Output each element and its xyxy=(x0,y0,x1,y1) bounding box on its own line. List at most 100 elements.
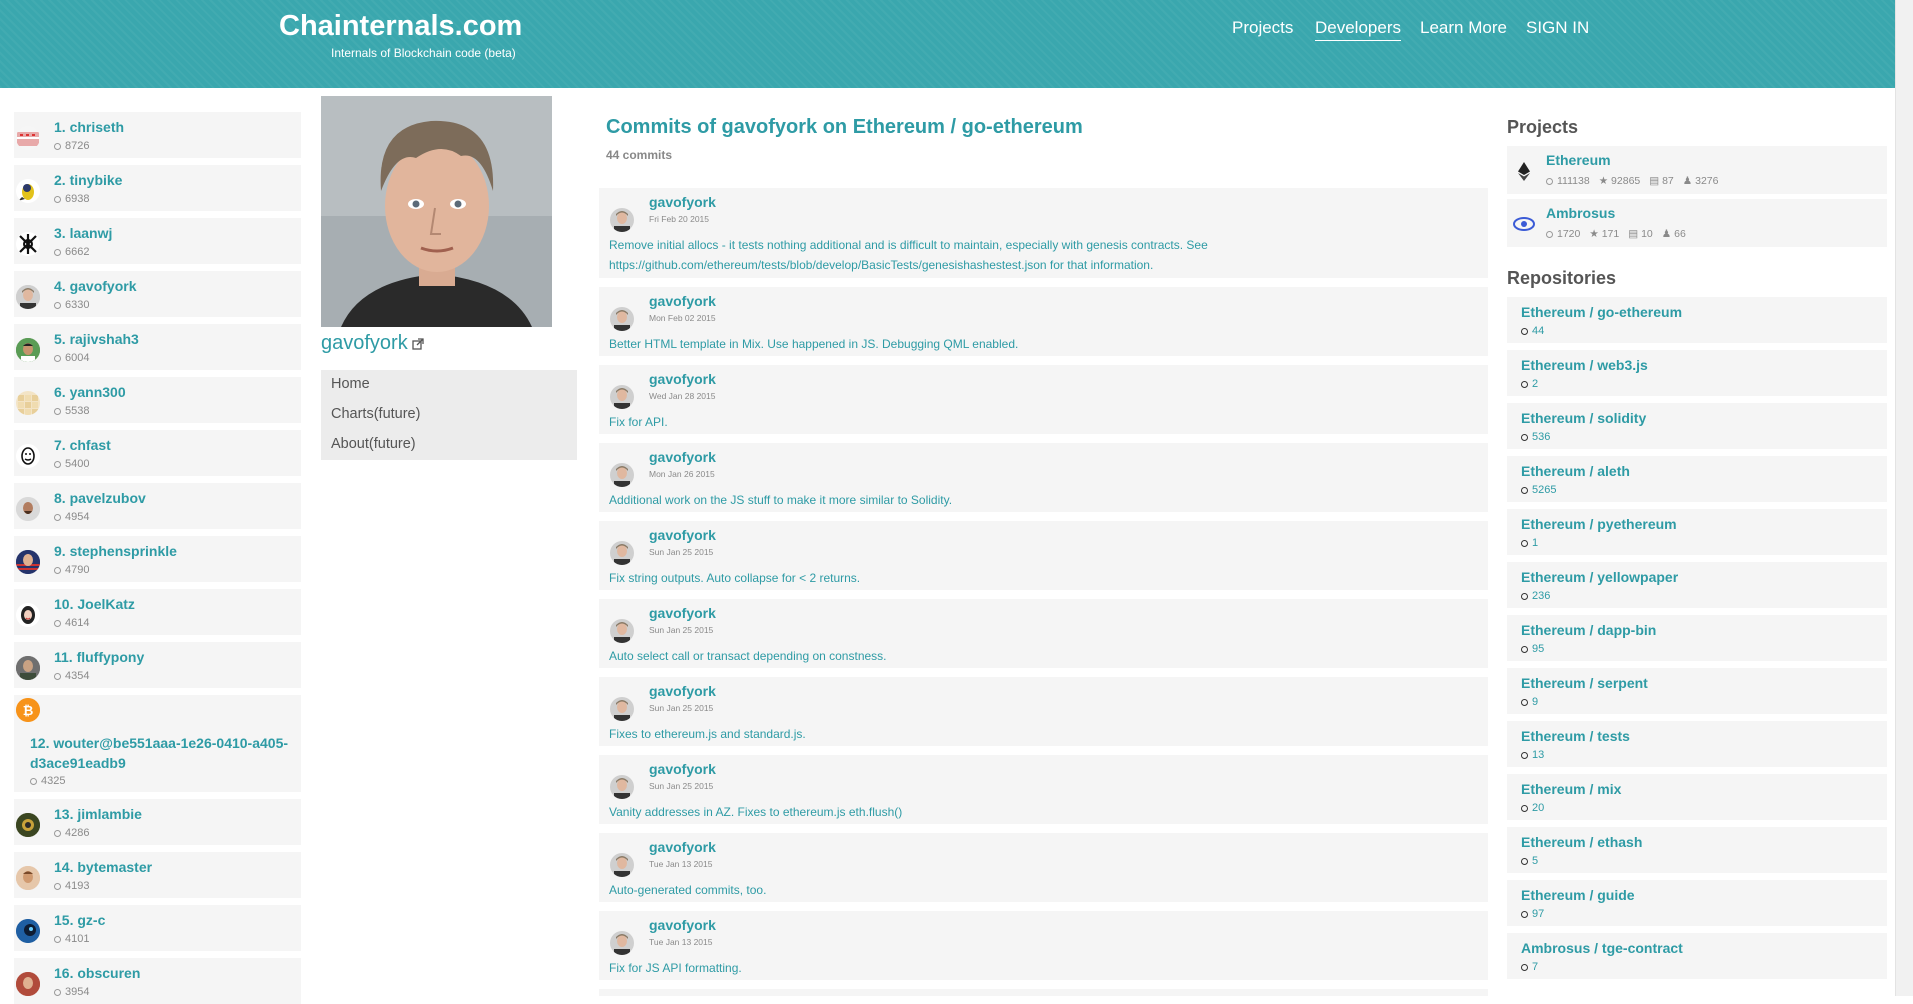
nav-sign-in[interactable]: SIGN IN xyxy=(1526,18,1589,38)
leaderboard-name[interactable]: 3. laanwj xyxy=(54,225,112,241)
leaderboard-name[interactable]: 12. wouter@be551aaa-1e26-0410-a405-d3ace… xyxy=(30,733,300,773)
commit-author[interactable]: gavofyork xyxy=(649,449,716,465)
menu-item-charts[interactable]: Charts(future) xyxy=(331,406,420,422)
repo-name[interactable]: Ambrosus / tge-contract xyxy=(1521,940,1683,956)
leaderboard-item[interactable]: 6. yann300 5538 xyxy=(14,377,301,423)
leaderboard-item[interactable]: ₿ 12. wouter@be551aaa-1e26-0410-a405-d3a… xyxy=(14,695,301,792)
commit-card[interactable]: gavofyork Sun Jan 25 2015 Fix string out… xyxy=(599,521,1488,590)
repo-name[interactable]: Ethereum / dapp-bin xyxy=(1521,622,1656,638)
leaderboard-name[interactable]: 6. yann300 xyxy=(54,384,126,400)
commit-author[interactable]: gavofyork xyxy=(649,371,716,387)
commit-message[interactable]: Vanity addresses in AZ. Fixes to ethereu… xyxy=(609,802,1469,822)
leaderboard-name[interactable]: 5. rajivshah3 xyxy=(54,331,139,347)
leaderboard-item[interactable]: 14. bytemaster 4193 xyxy=(14,852,301,898)
commit-author[interactable]: gavofyork xyxy=(649,293,716,309)
leaderboard-name[interactable]: 16. obscuren xyxy=(54,965,140,981)
commit-message[interactable]: Fix for JS API formatting. xyxy=(609,958,1469,978)
commit-message[interactable]: Better HTML template in Mix. Use happene… xyxy=(609,334,1469,354)
repo-item[interactable]: Ethereum / aleth 5265 xyxy=(1507,456,1887,502)
repo-item[interactable]: Ethereum / pyethereum 1 xyxy=(1507,509,1887,555)
commit-card[interactable]: gavofyork Tue Jan 13 2015 Auto-generated… xyxy=(599,833,1488,902)
repo-name[interactable]: Ethereum / yellowpaper xyxy=(1521,569,1678,585)
profile-name[interactable]: gavofyork xyxy=(321,332,424,356)
repo-name[interactable]: Ethereum / guide xyxy=(1521,887,1635,903)
commit-card[interactable]: gavofyork Mon Jan 26 2015 Additional wor… xyxy=(599,443,1488,512)
leaderboard-name[interactable]: 10. JoelKatz xyxy=(54,596,135,612)
repo-item[interactable]: Ethereum / tests 13 xyxy=(1507,721,1887,767)
leaderboard-item[interactable]: 4. gavofyork 6330 xyxy=(14,271,301,317)
repo-name[interactable]: Ethereum / tests xyxy=(1521,728,1630,744)
commit-author[interactable]: gavofyork xyxy=(649,917,716,933)
menu-item-home[interactable]: Home xyxy=(331,376,370,392)
project-item-ethereum[interactable]: Ethereum 111138 ★ 92865 ▤ 87 ♟ 3276 xyxy=(1507,146,1887,194)
menu-item-about[interactable]: About(future) xyxy=(331,436,416,452)
repo-item[interactable]: Ambrosus / tge-contract 7 xyxy=(1507,933,1887,979)
leaderboard-name[interactable]: 8. pavelzubov xyxy=(54,490,146,506)
leaderboard-item[interactable]: 7. chfast 5400 xyxy=(14,430,301,476)
commit-card[interactable]: gavofyork Fri Feb 20 2015 Remove initial… xyxy=(599,188,1488,278)
leaderboard-item[interactable]: 2. tinybike 6938 xyxy=(14,165,301,211)
nav-projects[interactable]: Projects xyxy=(1232,18,1293,38)
commit-message[interactable]: Auto-generated commits, too. xyxy=(609,880,1469,900)
commit-message[interactable]: Auto select call or transact depending o… xyxy=(609,646,1469,666)
commit-message[interactable]: Additional work on the JS stuff to make … xyxy=(609,490,1469,510)
site-logo-title[interactable]: Chainternals.com xyxy=(279,10,522,43)
project-name[interactable]: Ambrosus xyxy=(1546,205,1615,221)
commit-author[interactable]: gavofyork xyxy=(649,683,716,699)
external-link-icon[interactable] xyxy=(412,333,424,356)
repo-item[interactable]: Ethereum / guide 97 xyxy=(1507,880,1887,926)
repo-name[interactable]: Ethereum / aleth xyxy=(1521,463,1630,479)
commit-author[interactable]: gavofyork xyxy=(649,839,716,855)
leaderboard-item[interactable]: 5. rajivshah3 6004 xyxy=(14,324,301,370)
leaderboard-item[interactable]: 8. pavelzubov 4954 xyxy=(14,483,301,529)
leaderboard-name[interactable]: 1. chriseth xyxy=(54,119,124,135)
repo-item[interactable]: Ethereum / ethash 5 xyxy=(1507,827,1887,873)
leaderboard-item[interactable]: 1. chriseth 8726 xyxy=(14,112,301,158)
commit-card[interactable]: gavofyork Wed Jan 28 2015 Fix for API. xyxy=(599,365,1488,434)
leaderboard-item[interactable]: 9. stephensprinkle 4790 xyxy=(14,536,301,582)
leaderboard-name[interactable]: 11. fluffypony xyxy=(54,649,144,665)
repo-name[interactable]: Ethereum / solidity xyxy=(1521,410,1646,426)
project-name[interactable]: Ethereum xyxy=(1546,152,1611,168)
project-item-ambrosus[interactable]: Ambrosus 1720 ★ 171 ▤ 10 ♟ 66 xyxy=(1507,199,1887,247)
leaderboard-name[interactable]: 7. chfast xyxy=(54,437,111,453)
commit-message[interactable]: Remove initial allocs - it tests nothing… xyxy=(609,235,1469,275)
repo-item[interactable]: Ethereum / dapp-bin 95 xyxy=(1507,615,1887,661)
commit-message[interactable]: Fix string outputs. Auto collapse for < … xyxy=(609,568,1469,588)
commit-message[interactable]: Fix for API. xyxy=(609,412,1469,432)
repo-item[interactable]: Ethereum / go-ethereum 44 xyxy=(1507,297,1887,343)
repo-name[interactable]: Ethereum / pyethereum xyxy=(1521,516,1677,532)
repo-item[interactable]: Ethereum / solidity 536 xyxy=(1507,403,1887,449)
commit-card[interactable]: gavofyork Mon Feb 02 2015 Better HTML te… xyxy=(599,287,1488,356)
repo-item[interactable]: Ethereum / web3.js 2 xyxy=(1507,350,1887,396)
commit-author[interactable]: gavofyork xyxy=(649,194,716,210)
leaderboard-name[interactable]: 15. gz-c xyxy=(54,912,105,928)
page-scrollbar[interactable] xyxy=(1895,0,1913,996)
commit-card[interactable]: gavofyork Sun Jan 25 2015 Vanity address… xyxy=(599,755,1488,824)
leaderboard-item[interactable]: 13. jimlambie 4286 xyxy=(14,799,301,845)
commit-card[interactable]: gavofyork Sun Jan 25 2015 Auto select ca… xyxy=(599,599,1488,668)
repo-item[interactable]: Ethereum / serpent 9 xyxy=(1507,668,1887,714)
repo-name[interactable]: Ethereum / serpent xyxy=(1521,675,1648,691)
leaderboard-item[interactable]: 16. obscuren 3954 xyxy=(14,958,301,1004)
leaderboard-name[interactable]: 2. tinybike xyxy=(54,172,122,188)
commit-author[interactable]: gavofyork xyxy=(649,527,716,543)
commit-card[interactable]: gavofyork Tue Jan 13 2015 Fix for JS API… xyxy=(599,911,1488,980)
nav-developers[interactable]: Developers xyxy=(1315,18,1401,41)
leaderboard-item[interactable]: 10. JoelKatz 4614 xyxy=(14,589,301,635)
leaderboard-item[interactable]: 11. fluffypony 4354 xyxy=(14,642,301,688)
commit-message[interactable]: Fixes to ethereum.js and standard.js. xyxy=(609,724,1469,744)
repo-item[interactable]: Ethereum / yellowpaper 236 xyxy=(1507,562,1887,608)
leaderboard-item[interactable]: 15. gz-c 4101 xyxy=(14,905,301,951)
leaderboard-name[interactable]: 14. bytemaster xyxy=(54,859,152,875)
leaderboard-item[interactable]: 3. laanwj 6662 xyxy=(14,218,301,264)
repo-name[interactable]: Ethereum / mix xyxy=(1521,781,1621,797)
repo-name[interactable]: Ethereum / ethash xyxy=(1521,834,1642,850)
commit-author[interactable]: gavofyork xyxy=(649,761,716,777)
leaderboard-name[interactable]: 13. jimlambie xyxy=(54,806,142,822)
leaderboard-name[interactable]: 9. stephensprinkle xyxy=(54,543,177,559)
repo-name[interactable]: Ethereum / go-ethereum xyxy=(1521,304,1682,320)
nav-learn-more[interactable]: Learn More xyxy=(1420,18,1507,38)
commit-author[interactable]: gavofyork xyxy=(649,605,716,621)
commit-card[interactable]: gavofyork Sun Jan 25 2015 Fixes to ether… xyxy=(599,677,1488,746)
